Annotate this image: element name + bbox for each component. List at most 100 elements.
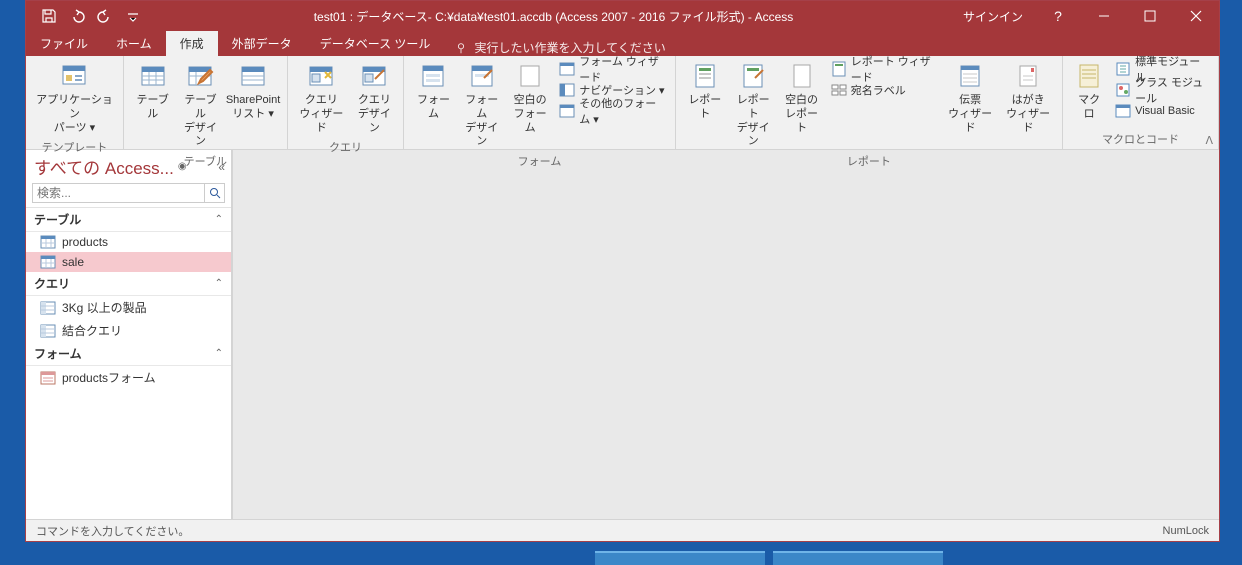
more-forms-icon	[559, 103, 575, 119]
tab-file[interactable]: ファイル	[26, 31, 102, 56]
query-wizard-label: クエリ ウィザード	[298, 94, 346, 135]
visual-basic-button[interactable]: Visual Basic	[1111, 100, 1212, 121]
nav-category-queries[interactable]: クエリ ⌃	[26, 272, 231, 296]
query-design-button[interactable]: クエリ デザイン	[351, 58, 397, 137]
app-parts-label: アプリケーション パーツ ▾	[36, 94, 113, 135]
status-numlock: NumLock	[1163, 525, 1209, 537]
denpyo-icon	[954, 60, 986, 92]
blank-form-icon	[514, 60, 546, 92]
save-button[interactable]	[36, 3, 62, 29]
nav-category-tables[interactable]: テーブル⌃	[26, 208, 231, 232]
group-tables-label: テーブル	[130, 151, 281, 171]
nav-item-label: productsフォーム	[62, 369, 156, 386]
table-button[interactable]: テーブル	[130, 58, 175, 124]
table-design-button[interactable]: テーブル デザイン	[177, 58, 223, 151]
nav-search-input[interactable]	[32, 183, 205, 203]
macro-label: マクロ	[1073, 94, 1105, 122]
application-parts-button[interactable]: アプリケーション パーツ ▾	[32, 58, 117, 137]
denpyo-wizard-button[interactable]: 伝票 ウィザード	[942, 58, 998, 137]
close-button[interactable]	[1173, 1, 1219, 31]
report-design-button[interactable]: レポート デザイン	[730, 58, 776, 151]
group-reports-label: レポート	[682, 151, 1056, 171]
nav-search-row	[26, 181, 231, 208]
tab-home[interactable]: ホーム	[102, 31, 166, 56]
quick-access-toolbar	[26, 3, 156, 29]
ribbon: アプリケーション パーツ ▾ テンプレート テーブル テーブル デザイン Sha…	[26, 56, 1219, 150]
form-design-label: フォーム デザイン	[463, 94, 501, 149]
std-module-icon	[1115, 61, 1131, 77]
nav-item-products[interactable]: products	[26, 232, 231, 252]
signin-button[interactable]: サインイン	[951, 8, 1035, 25]
labels-button[interactable]: 宛名ラベル	[827, 79, 940, 100]
nav-item-label: 結合クエリ	[62, 322, 122, 339]
titlebar: test01 : データベース- C:¥data¥test01.accdb (A…	[26, 1, 1219, 31]
app-window: test01 : データベース- C:¥data¥test01.accdb (A…	[25, 0, 1220, 542]
labels-icon	[831, 82, 847, 98]
window-controls: サインイン ?	[951, 1, 1219, 31]
query-wizard-icon	[305, 60, 337, 92]
form-design-button[interactable]: フォーム デザイン	[459, 58, 505, 151]
hagaki-wizard-button[interactable]: はがき ウィザード	[1000, 58, 1056, 137]
blank-form-button[interactable]: 空白の フォーム	[507, 58, 553, 137]
denpyo-label: 伝票 ウィザード	[946, 94, 994, 135]
query-design-label: クエリ デザイン	[355, 94, 393, 135]
minimize-button[interactable]	[1081, 1, 1127, 31]
form-button[interactable]: フォーム	[410, 58, 456, 124]
group-forms: フォーム フォーム デザイン 空白の フォーム フォーム ウィザード ナビゲーシ…	[404, 56, 675, 149]
nav-item-sale[interactable]: sale	[26, 252, 231, 272]
nav-category-queries-label: クエリ	[34, 275, 70, 292]
form-wizard-button[interactable]: フォーム ウィザード	[555, 58, 668, 79]
group-macros-label: マクロとコード	[1069, 129, 1212, 149]
table-object-icon	[40, 235, 56, 249]
report-icon	[689, 60, 721, 92]
help-button[interactable]: ?	[1035, 1, 1081, 31]
document-area	[232, 150, 1219, 519]
app-parts-icon	[58, 60, 90, 92]
report-design-label: レポート デザイン	[734, 94, 772, 149]
group-templates: アプリケーション パーツ ▾ テンプレート	[26, 56, 124, 149]
report-label: レポート	[686, 94, 724, 122]
nav-item-f1[interactable]: productsフォーム	[26, 366, 231, 389]
statusbar: コマンドを入力してください。 NumLock	[26, 519, 1219, 541]
ribbon-collapse-button[interactable]: ᐱ	[1205, 134, 1213, 147]
window-title: test01 : データベース- C:¥data¥test01.accdb (A…	[156, 8, 951, 25]
blank-report-button[interactable]: 空白の レポート	[778, 58, 824, 137]
redo-button[interactable]	[92, 3, 118, 29]
blank-form-label: 空白の フォーム	[511, 94, 549, 135]
tab-external-data[interactable]: 外部データ	[218, 31, 306, 56]
nav-item-label: sale	[62, 255, 84, 269]
undo-button[interactable]	[64, 3, 90, 29]
status-left: コマンドを入力してください。	[36, 523, 189, 539]
nav-item-q1[interactable]: 3Kg 以上の製品	[26, 296, 231, 319]
maximize-button[interactable]	[1127, 1, 1173, 31]
report-wizard-button[interactable]: レポート ウィザード	[827, 58, 940, 79]
sharepoint-lists-button[interactable]: SharePoint リスト ▾	[226, 58, 281, 124]
macro-icon	[1073, 60, 1105, 92]
group-forms-label: フォーム	[410, 151, 668, 171]
table-object-icon	[40, 255, 56, 269]
form-design-icon	[466, 60, 498, 92]
tab-database-tools[interactable]: データベース ツール	[306, 31, 445, 56]
nav-item-label: 3Kg 以上の製品	[62, 299, 147, 316]
class-module-button[interactable]: クラス モジュール	[1111, 79, 1212, 100]
qat-customize-button[interactable]	[120, 3, 146, 29]
group-queries-label: クエリ	[294, 137, 398, 157]
macro-button[interactable]: マクロ	[1069, 58, 1109, 124]
body: すべての Access... ◉ « テーブル⌃ products sale ク…	[26, 150, 1219, 519]
nav-item-q2[interactable]: 結合クエリ	[26, 319, 231, 342]
labels-label: 宛名ラベル	[851, 82, 906, 98]
report-wizard-icon	[831, 61, 847, 77]
report-button[interactable]: レポート	[682, 58, 728, 124]
chevron-up-icon: ⌃	[215, 278, 223, 289]
nav-category-forms[interactable]: フォーム⌃	[26, 342, 231, 366]
search-icon[interactable]	[205, 183, 225, 203]
query-wizard-button[interactable]: クエリ ウィザード	[294, 58, 350, 137]
form-label: フォーム	[414, 94, 452, 122]
table-design-icon	[184, 60, 216, 92]
table-icon	[137, 60, 169, 92]
hagaki-label: はがき ウィザード	[1004, 94, 1052, 135]
table-design-label: テーブル デザイン	[181, 94, 219, 149]
tab-create[interactable]: 作成	[166, 31, 218, 56]
more-forms-button[interactable]: その他のフォーム ▾	[555, 100, 668, 121]
nav-item-label: products	[62, 235, 108, 249]
